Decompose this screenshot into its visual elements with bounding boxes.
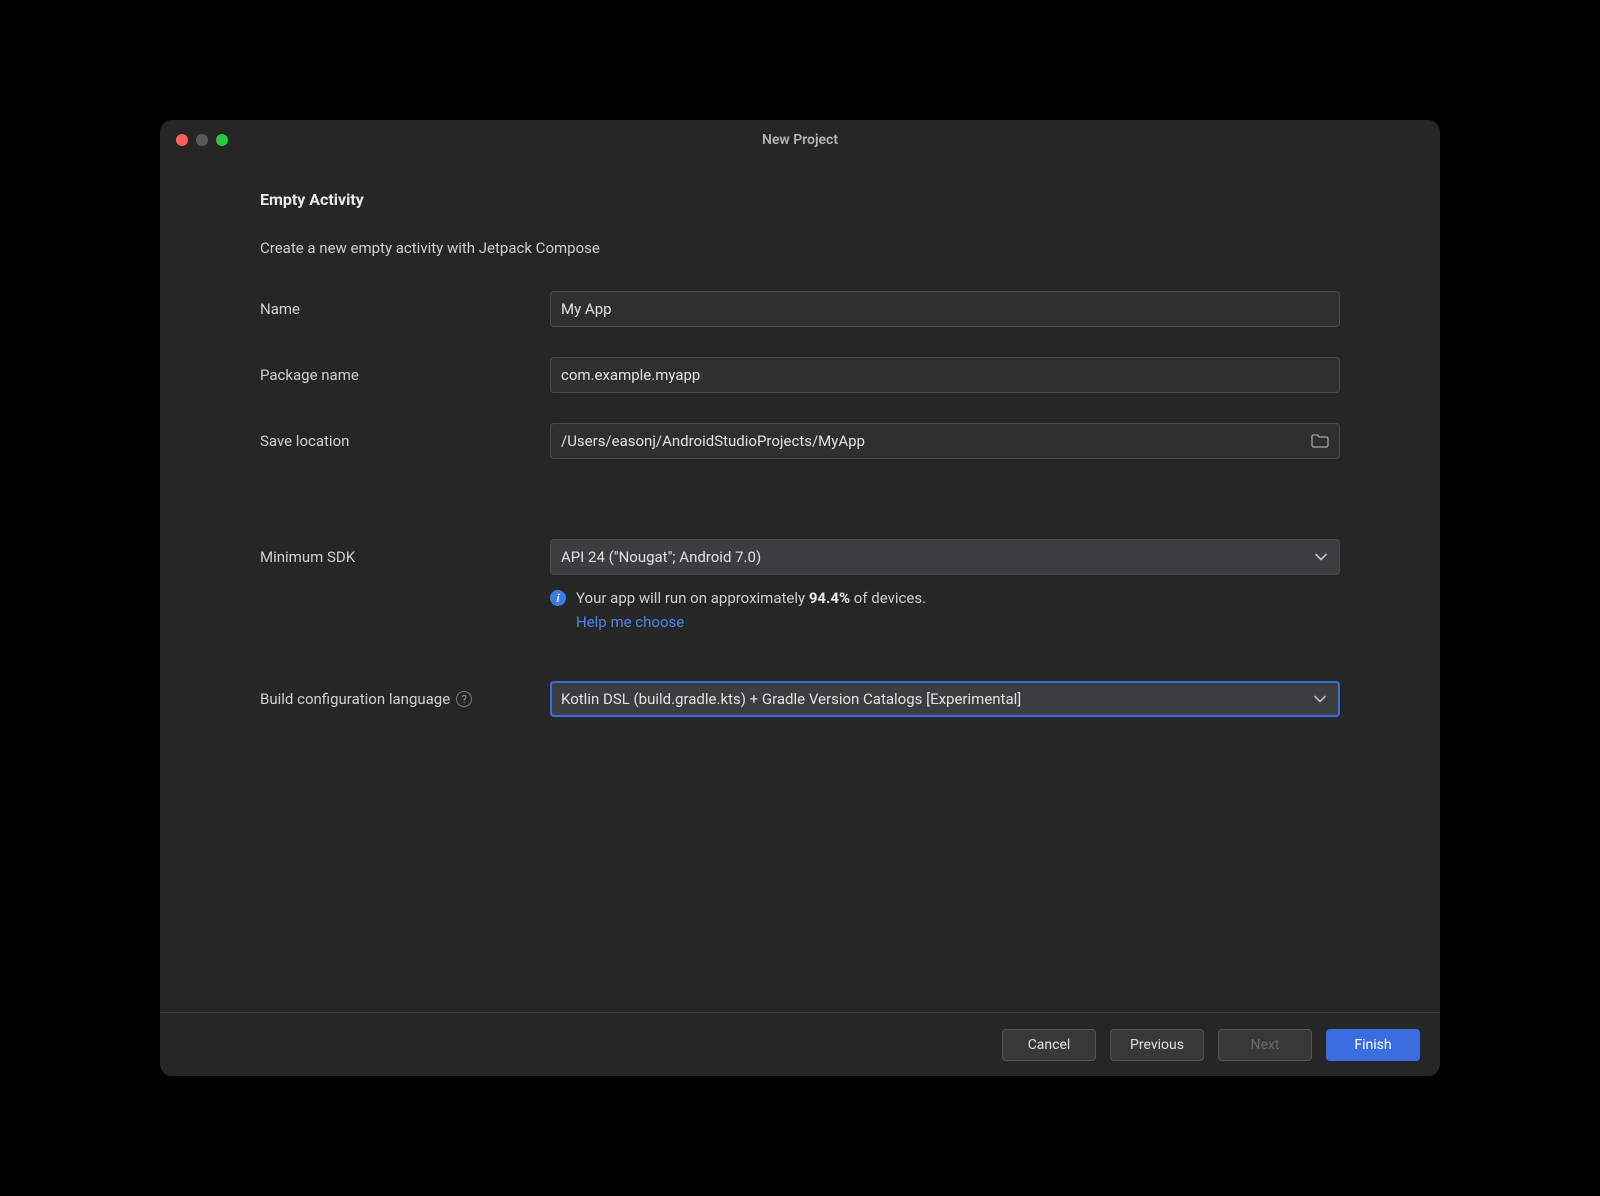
name-label: Name (260, 300, 550, 318)
minimize-window-button[interactable] (196, 134, 208, 146)
footer: Cancel Previous Next Finish (160, 1012, 1440, 1076)
package-name-label: Package name (260, 366, 550, 384)
info-icon: i (550, 590, 566, 606)
maximize-window-button[interactable] (216, 134, 228, 146)
chevron-down-icon (1314, 695, 1326, 703)
build-lang-value: Kotlin DSL (build.gradle.kts) + Gradle V… (561, 690, 1021, 708)
page-heading: Empty Activity (260, 190, 1340, 209)
save-location-label: Save location (260, 432, 550, 450)
name-input-text: My App (561, 300, 612, 318)
close-window-button[interactable] (176, 134, 188, 146)
build-lang-select[interactable]: Kotlin DSL (build.gradle.kts) + Gradle V… (550, 681, 1340, 717)
window-title: New Project (160, 132, 1440, 148)
save-location-input-text: /Users/easonj/AndroidStudioProjects/MyAp… (561, 432, 1303, 450)
name-input[interactable]: My App (550, 291, 1340, 327)
previous-button[interactable]: Previous (1110, 1029, 1204, 1061)
new-project-dialog: New Project Empty Activity Create a new … (160, 120, 1440, 1076)
chevron-down-icon (1315, 553, 1327, 561)
save-location-input[interactable]: /Users/easonj/AndroidStudioProjects/MyAp… (550, 423, 1340, 459)
traffic-lights (160, 134, 228, 146)
sdk-info-block: i Your app will run on approximately 94.… (550, 589, 1340, 631)
minimum-sdk-select[interactable]: API 24 ("Nougat"; Android 7.0) (550, 539, 1340, 575)
titlebar: New Project (160, 120, 1440, 160)
form-grid: Name My App Package name com.example.mya… (260, 291, 1340, 717)
sdk-info-line: i Your app will run on approximately 94.… (550, 589, 1340, 607)
next-button: Next (1218, 1029, 1312, 1061)
sdk-info-text: Your app will run on approximately 94.4%… (576, 589, 926, 607)
finish-button[interactable]: Finish (1326, 1029, 1420, 1061)
help-icon[interactable]: ? (456, 691, 472, 707)
package-name-input[interactable]: com.example.myapp (550, 357, 1340, 393)
minimum-sdk-label: Minimum SDK (260, 548, 550, 566)
package-name-input-text: com.example.myapp (561, 366, 700, 384)
folder-icon[interactable] (1311, 434, 1329, 448)
build-lang-label-text: Build configuration language (260, 690, 450, 708)
content-area: Empty Activity Create a new empty activi… (160, 160, 1440, 1012)
page-subheading: Create a new empty activity with Jetpack… (260, 239, 1340, 257)
cancel-button[interactable]: Cancel (1002, 1029, 1096, 1061)
help-me-choose-link[interactable]: Help me choose (550, 613, 1340, 631)
minimum-sdk-value: API 24 ("Nougat"; Android 7.0) (561, 548, 761, 566)
build-lang-label: Build configuration language ? (260, 690, 550, 708)
spacer (260, 489, 1340, 509)
